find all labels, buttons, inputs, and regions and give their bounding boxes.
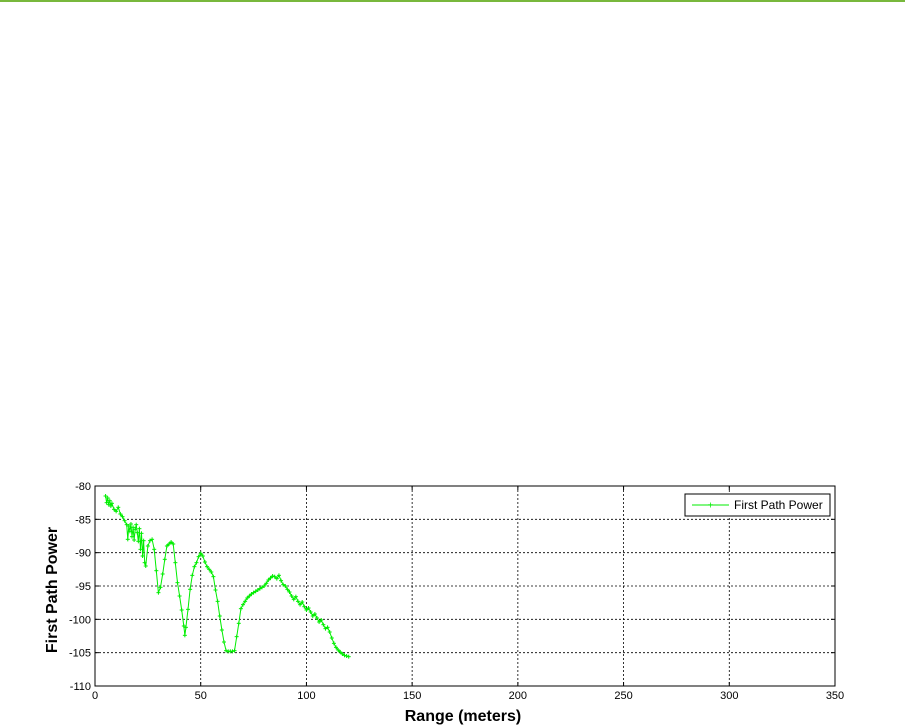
x-tick-label: 350: [826, 690, 844, 702]
x-axis-label: Range (meters): [405, 708, 521, 725]
x-tick-label: 300: [720, 690, 738, 702]
x-tick-label: 200: [509, 690, 527, 702]
x-tick-label: 100: [297, 690, 315, 702]
line-chart: 0 50 100 150 200 250 300 350 -80 -85 -90 -95 -100 -10…: [44, 481, 844, 725]
x-tick-label: 50: [195, 690, 207, 702]
legend-marker-sample: +: [708, 501, 714, 512]
y-tick-label: -110: [70, 681, 91, 693]
legend-label: First Path Power: [734, 498, 823, 512]
y-tick-label: -100: [69, 614, 91, 626]
x-tick-label: 0: [92, 690, 98, 702]
y-axis-label: First Path Power: [44, 527, 61, 653]
y-tick-label: -105: [69, 648, 91, 660]
legend: + First Path Power: [684, 493, 831, 517]
x-tick-label: 250: [614, 690, 632, 702]
y-tick-label: -85: [75, 514, 91, 526]
y-tick-label: -90: [75, 548, 91, 560]
y-tick-label: -80: [75, 481, 91, 493]
x-tick-label: 150: [403, 690, 421, 702]
y-tick-label: -95: [75, 581, 91, 593]
